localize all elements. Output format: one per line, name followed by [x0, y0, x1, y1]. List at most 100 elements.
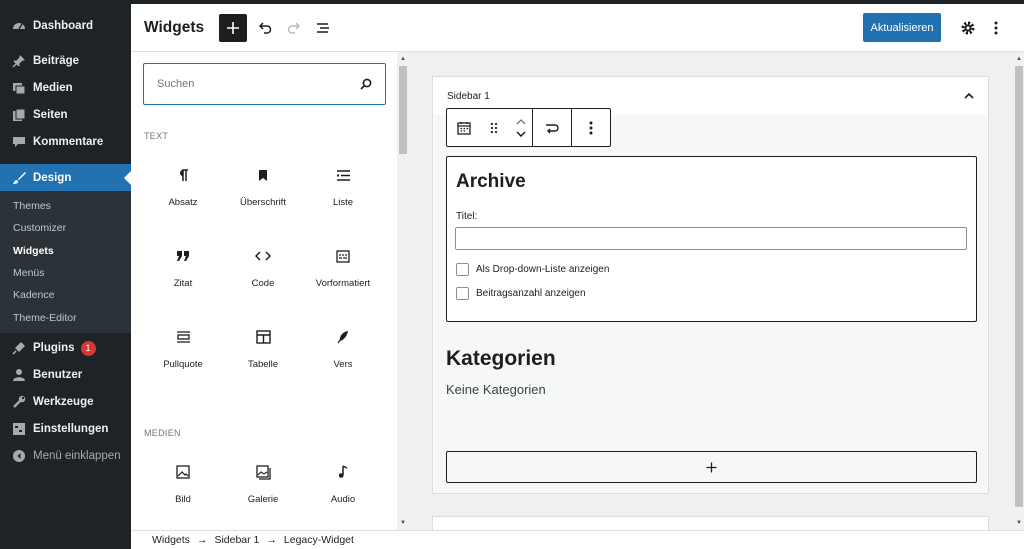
block-paragraph[interactable]: Absatz [143, 145, 223, 226]
submenu-item-kadence[interactable]: Kadence [0, 284, 131, 306]
search-input[interactable] [157, 78, 337, 90]
menu-item-medien[interactable]: Medien [0, 74, 131, 101]
breadcrumb-item-legacy-widget[interactable]: Legacy-Widget [284, 534, 354, 546]
undo-icon [259, 21, 272, 34]
menu-label: Medien [33, 81, 73, 94]
menu-item-werkzeuge[interactable]: Werkzeuge [0, 389, 131, 416]
calendar-icon[interactable] [457, 121, 471, 135]
media-block-grid: Bild Galerie Audio [143, 442, 383, 523]
widget-area-title: Sidebar 1 [447, 90, 490, 102]
post-count-option-label: Beitragsanzahl anzeigen [476, 288, 586, 299]
list-icon [336, 163, 351, 187]
breadcrumb-arrow-icon: → [196, 534, 208, 546]
menu-label: Seiten [33, 108, 68, 121]
admin-sidebar: Dashboard Beiträge Medien Seiten Komment… [0, 4, 131, 549]
block-quote[interactable]: Zitat [143, 226, 223, 307]
menu-item-design[interactable]: Design [0, 164, 131, 191]
verse-icon [337, 325, 349, 349]
block-pullquote[interactable]: Pullquote [143, 307, 223, 388]
canvas-scroll-thumb[interactable] [1015, 66, 1023, 507]
breadcrumb-item-sidebar[interactable]: Sidebar 1 [214, 534, 259, 546]
scroll-down-arrow-icon[interactable]: ▼ [1015, 519, 1023, 527]
breadcrumb-arrow-icon: → [266, 534, 277, 546]
submenu-item-customizer[interactable]: Customizer [0, 217, 131, 239]
menu-label: Menü einklappen [33, 450, 121, 463]
gear-icon [961, 21, 975, 35]
block-label: Code [251, 278, 275, 289]
toolbar-group-block [447, 109, 533, 146]
design-submenu: Themes Customizer Widgets Menüs Kadence … [0, 191, 131, 333]
collapse-menu-button[interactable]: Menü einklappen [0, 443, 131, 470]
block-gallery[interactable]: Galerie [223, 442, 303, 523]
block-table[interactable]: Tabelle [223, 307, 303, 388]
block-list[interactable]: Liste [303, 145, 383, 226]
block-preformatted[interactable]: Vorformatiert [303, 226, 383, 307]
block-verse[interactable]: Vers [303, 307, 383, 388]
update-button[interactable]: Aktualisieren [863, 13, 941, 42]
update-count-badge: 1 [80, 340, 96, 356]
breadcrumb-item-widgets[interactable]: Widgets [152, 534, 190, 546]
scroll-up-arrow-icon[interactable]: ▲ [399, 55, 407, 63]
category-title-media: MEDIEN [144, 428, 181, 438]
chevron-up-icon[interactable] [964, 93, 974, 99]
more-vertical-icon[interactable] [589, 121, 593, 135]
settings-button[interactable] [956, 14, 980, 42]
category-title-text: TEXT [144, 131, 169, 141]
block-label: Vorformatiert [315, 278, 371, 289]
menu-label: Kommentare [33, 135, 104, 148]
post-count-option[interactable]: Beitragsanzahl anzeigen [456, 287, 586, 300]
submenu-item-widgets[interactable]: Widgets [0, 240, 131, 262]
editor-header: Widgets Aktualisieren [131, 4, 1024, 52]
add-block-button[interactable] [219, 13, 248, 42]
block-label: Pullquote [163, 359, 203, 370]
redo-button[interactable] [280, 14, 308, 42]
audio-icon [338, 460, 348, 484]
dropdown-checkbox[interactable] [456, 263, 469, 276]
toolbar-group-options [572, 109, 610, 146]
menu-item-plugins[interactable]: Plugins 1 [0, 335, 131, 362]
widget-area-next [432, 516, 989, 530]
transform-icon[interactable] [544, 121, 560, 135]
scroll-up-arrow-icon[interactable]: ▲ [1015, 55, 1023, 63]
block-audio[interactable]: Audio [303, 442, 383, 523]
brush-icon [11, 170, 26, 185]
canvas-scrollbar[interactable]: ▲ ▼ [1014, 52, 1024, 530]
quote-icon [176, 244, 190, 268]
list-view-button[interactable] [309, 14, 337, 42]
pages-icon [11, 107, 26, 122]
heading-icon [257, 163, 269, 187]
block-toolbar [446, 108, 611, 147]
submenu-item-themes[interactable]: Themes [0, 195, 131, 217]
redo-icon [287, 21, 301, 34]
menu-item-benutzer[interactable]: Benutzer [0, 362, 131, 389]
drag-handle-icon[interactable] [490, 122, 498, 134]
menu-item-einstellungen[interactable]: Einstellungen [0, 416, 131, 443]
undo-button[interactable] [251, 14, 279, 42]
menu-item-kommentare[interactable]: Kommentare [0, 128, 131, 155]
chevron-up-icon[interactable] [516, 118, 526, 125]
submenu-item-theme-editor[interactable]: Theme-Editor [0, 306, 131, 328]
title-input[interactable] [455, 227, 967, 250]
submenu-item-menus[interactable]: Menüs [0, 262, 131, 284]
options-button[interactable] [986, 14, 1006, 42]
pullquote-icon [176, 325, 191, 349]
menu-item-beitraege[interactable]: Beiträge [0, 47, 131, 74]
scroll-thumb[interactable] [399, 66, 407, 154]
archive-widget-block[interactable]: Archive Titel: Als Drop-down-Liste anzei… [446, 156, 977, 322]
dropdown-option[interactable]: Als Drop-down-Liste anzeigen [456, 263, 609, 276]
categories-empty-text: Keine Kategorien [446, 382, 546, 397]
categories-widget-title: Kategorien [446, 347, 556, 370]
inserter-scrollbar[interactable]: ▲ ▼ [397, 52, 409, 530]
scroll-down-arrow-icon[interactable]: ▼ [399, 519, 407, 527]
move-buttons [516, 118, 526, 137]
block-label: Galerie [247, 494, 279, 505]
block-heading[interactable]: Überschrift [223, 145, 303, 226]
menu-item-seiten[interactable]: Seiten [0, 101, 131, 128]
block-search[interactable] [143, 63, 386, 105]
chevron-down-icon[interactable] [516, 130, 526, 137]
post-count-checkbox[interactable] [456, 287, 469, 300]
block-code[interactable]: Code [223, 226, 303, 307]
add-block-appender[interactable] [446, 451, 977, 483]
menu-item-dashboard[interactable]: Dashboard [0, 12, 131, 39]
block-image[interactable]: Bild [143, 442, 223, 523]
